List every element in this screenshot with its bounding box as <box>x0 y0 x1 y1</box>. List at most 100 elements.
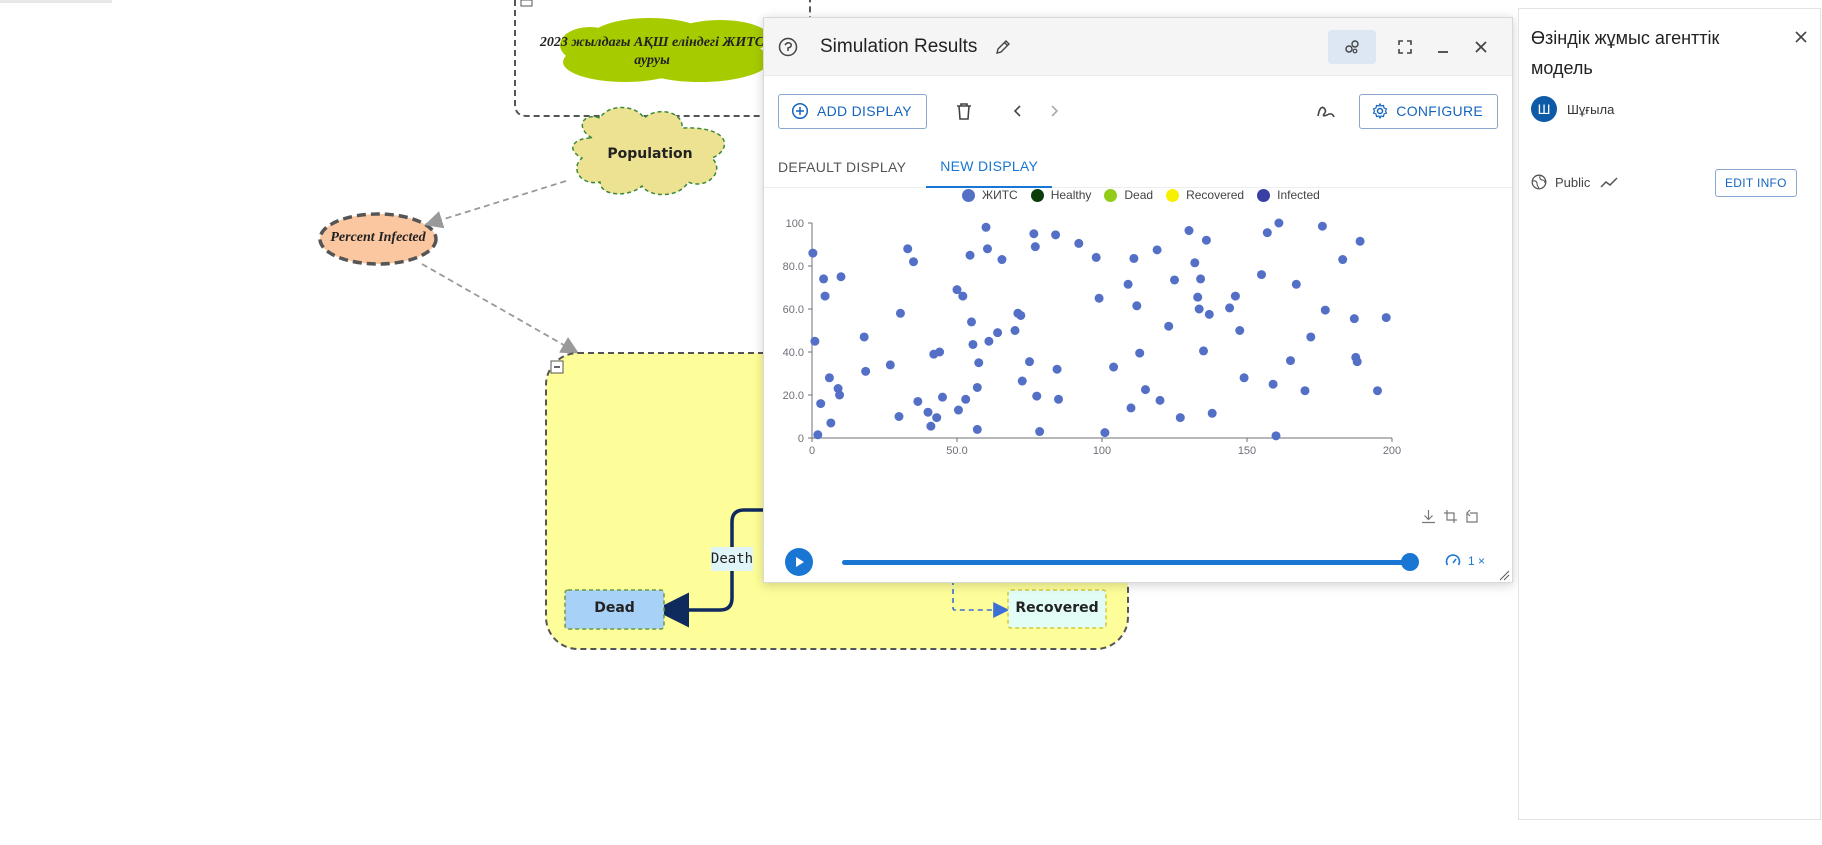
data-point[interactable] <box>820 291 830 301</box>
data-point[interactable] <box>894 412 904 421</box>
data-point[interactable] <box>1257 270 1266 280</box>
data-point[interactable] <box>923 407 933 417</box>
delete-display-trash-icon[interactable] <box>947 94 981 128</box>
scatter-chart[interactable]: 0 20.0 40.0 60.0 80.0 100 0 50.0 100 150 200 <box>764 213 1514 503</box>
data-point[interactable] <box>903 244 913 254</box>
data-point[interactable] <box>965 250 975 260</box>
data-point[interactable] <box>861 366 871 376</box>
data-point[interactable] <box>1074 238 1084 248</box>
configure-button[interactable]: CONFIGURE <box>1359 93 1498 129</box>
data-point[interactable] <box>1207 408 1217 418</box>
data-point[interactable] <box>1317 221 1327 231</box>
data-point[interactable] <box>1196 274 1206 284</box>
data-point[interactable] <box>824 373 834 383</box>
data-point[interactable] <box>1164 321 1174 331</box>
data-point[interactable] <box>1032 391 1042 401</box>
data-point[interactable] <box>984 336 994 346</box>
legend-item-infected[interactable]: Infected <box>1257 188 1320 202</box>
network-view-icon[interactable] <box>1328 29 1376 64</box>
play-button[interactable] <box>785 548 813 576</box>
data-point[interactable] <box>982 244 992 254</box>
data-point[interactable] <box>1017 376 1027 386</box>
simulation-panel-header[interactable]: Simulation Results <box>764 18 1512 76</box>
data-point[interactable] <box>1352 357 1362 367</box>
close-panel-icon[interactable] <box>1464 30 1498 64</box>
top-group-collapse-toggle[interactable] <box>520 0 533 7</box>
data-point[interactable] <box>816 399 826 409</box>
data-point[interactable] <box>993 328 1003 338</box>
data-point[interactable] <box>953 405 963 415</box>
data-point[interactable] <box>1204 309 1214 319</box>
close-info-panel-icon[interactable] <box>1789 25 1813 49</box>
edit-info-button[interactable]: EDIT INFO <box>1715 169 1797 197</box>
data-point[interactable] <box>1030 242 1040 252</box>
curve-fit-icon[interactable] <box>1309 94 1343 128</box>
data-point[interactable] <box>909 257 918 267</box>
data-point[interactable] <box>913 396 923 406</box>
data-point[interactable] <box>1129 253 1139 263</box>
legend-item-recovered[interactable]: Recovered <box>1166 188 1244 202</box>
resize-handle-icon[interactable] <box>1498 568 1510 581</box>
data-point[interactable] <box>1025 357 1034 367</box>
data-point[interactable] <box>1355 236 1365 246</box>
author-avatar[interactable]: Ш <box>1531 96 1557 122</box>
previous-display-chevron-icon[interactable] <box>1001 94 1035 128</box>
data-point[interactable] <box>1094 293 1104 303</box>
data-point[interactable] <box>1193 292 1203 302</box>
data-point[interactable] <box>1381 313 1391 323</box>
data-point[interactable] <box>1268 379 1278 389</box>
tab-new-display[interactable]: NEW DISPLAY <box>926 146 1053 188</box>
simulation-results-panel[interactable]: Simulation Results ADD DISPLAY CONFIGURE… <box>763 17 1513 583</box>
data-point[interactable] <box>1109 362 1119 372</box>
data-point[interactable] <box>810 336 820 346</box>
data-point[interactable] <box>1201 235 1211 245</box>
data-point[interactable] <box>981 222 991 232</box>
add-display-button[interactable]: ADD DISPLAY <box>778 93 927 129</box>
timeline-slider-track[interactable] <box>842 553 1419 571</box>
data-point[interactable] <box>1235 326 1245 335</box>
data-point[interactable] <box>938 392 947 402</box>
data-point[interactable] <box>1338 255 1348 265</box>
data-point[interactable] <box>1271 431 1281 441</box>
trend-line-icon[interactable] <box>1600 175 1618 189</box>
data-point[interactable] <box>1239 373 1249 383</box>
data-point[interactable] <box>1054 394 1063 404</box>
data-point[interactable] <box>935 347 945 357</box>
data-point[interactable] <box>958 291 968 301</box>
zoom-reset-icon[interactable] <box>1461 507 1483 525</box>
timeline-slider-thumb[interactable] <box>1401 553 1419 571</box>
data-point[interactable] <box>997 255 1007 265</box>
data-point[interactable] <box>1175 413 1185 423</box>
data-point[interactable] <box>1152 245 1162 255</box>
data-point[interactable] <box>1155 395 1165 405</box>
legend-item-dead[interactable]: Dead <box>1104 188 1153 202</box>
data-point[interactable] <box>1320 305 1330 315</box>
data-point[interactable] <box>1051 230 1061 240</box>
data-point[interactable] <box>826 418 836 428</box>
tab-default-display[interactable]: DEFAULT DISPLAY <box>778 146 906 188</box>
data-point[interactable] <box>968 339 978 349</box>
data-point[interactable] <box>1194 304 1204 314</box>
data-point[interactable] <box>1184 226 1194 236</box>
data-point[interactable] <box>1291 279 1301 289</box>
data-point[interactable] <box>1199 346 1208 356</box>
data-point[interactable] <box>1373 386 1382 396</box>
data-point[interactable] <box>835 390 845 400</box>
data-point[interactable] <box>1286 356 1295 366</box>
edit-title-pencil-icon[interactable] <box>993 37 1013 57</box>
data-point[interactable] <box>1190 258 1200 268</box>
legend-item-aids[interactable]: ЖИТС <box>962 188 1018 202</box>
data-point[interactable] <box>808 248 818 258</box>
minimize-icon[interactable] <box>1426 30 1460 64</box>
fullscreen-icon[interactable] <box>1388 30 1422 64</box>
data-point[interactable] <box>819 274 829 284</box>
data-point[interactable] <box>967 317 976 327</box>
data-point[interactable] <box>836 272 846 282</box>
data-point[interactable] <box>961 394 971 404</box>
legend-item-healthy[interactable]: Healthy <box>1030 188 1091 202</box>
data-point[interactable] <box>1035 427 1045 437</box>
zoom-select-icon[interactable] <box>1439 507 1461 525</box>
data-point[interactable] <box>932 413 942 423</box>
data-point[interactable] <box>1170 275 1179 285</box>
data-point[interactable] <box>1300 386 1310 396</box>
